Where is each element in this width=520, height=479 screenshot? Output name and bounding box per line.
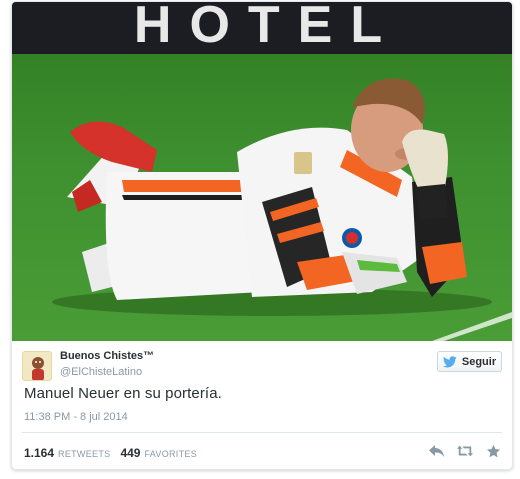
retweet-icon <box>457 445 473 457</box>
tweet-photo[interactable]: HOTEL <box>12 2 512 341</box>
follow-label: Seguir <box>461 355 497 368</box>
tweet-actions <box>429 443 501 459</box>
avatar-image <box>32 357 44 380</box>
tweet-stats: 1.164 RETWEETS 449 FAVORITES <box>24 446 203 460</box>
follow-button[interactable]: Seguir <box>437 351 502 372</box>
favorite-count[interactable]: 449 <box>120 446 140 460</box>
retweet-label[interactable]: RETWEETS <box>58 449 110 459</box>
retweet-count[interactable]: 1.164 <box>24 446 54 460</box>
user-handle[interactable]: @ElChisteLatino <box>60 366 142 378</box>
tweet-card: HOTEL Buenos Chistes™ @ElChisteLatino Se… <box>11 1 513 470</box>
favorite-label[interactable]: FAVORITES <box>144 449 197 459</box>
avatar[interactable] <box>22 351 52 381</box>
banner-text: HOTEL <box>134 2 400 54</box>
star-icon <box>486 444 500 457</box>
divider <box>22 432 502 433</box>
reply-icon <box>429 445 444 457</box>
display-name[interactable]: Buenos Chistes™ <box>60 350 154 362</box>
twitter-bird-icon <box>442 355 457 367</box>
reply-button[interactable] <box>429 443 445 459</box>
tweet-body: Buenos Chistes™ @ElChisteLatino Seguir M… <box>12 341 512 469</box>
tweet-text: Manuel Neuer en su portería. <box>24 385 222 402</box>
favorite-button[interactable] <box>485 443 501 459</box>
retweet-button[interactable] <box>457 443 473 459</box>
tweet-timestamp[interactable]: 11:38 PM - 8 jul 2014 <box>24 411 128 423</box>
